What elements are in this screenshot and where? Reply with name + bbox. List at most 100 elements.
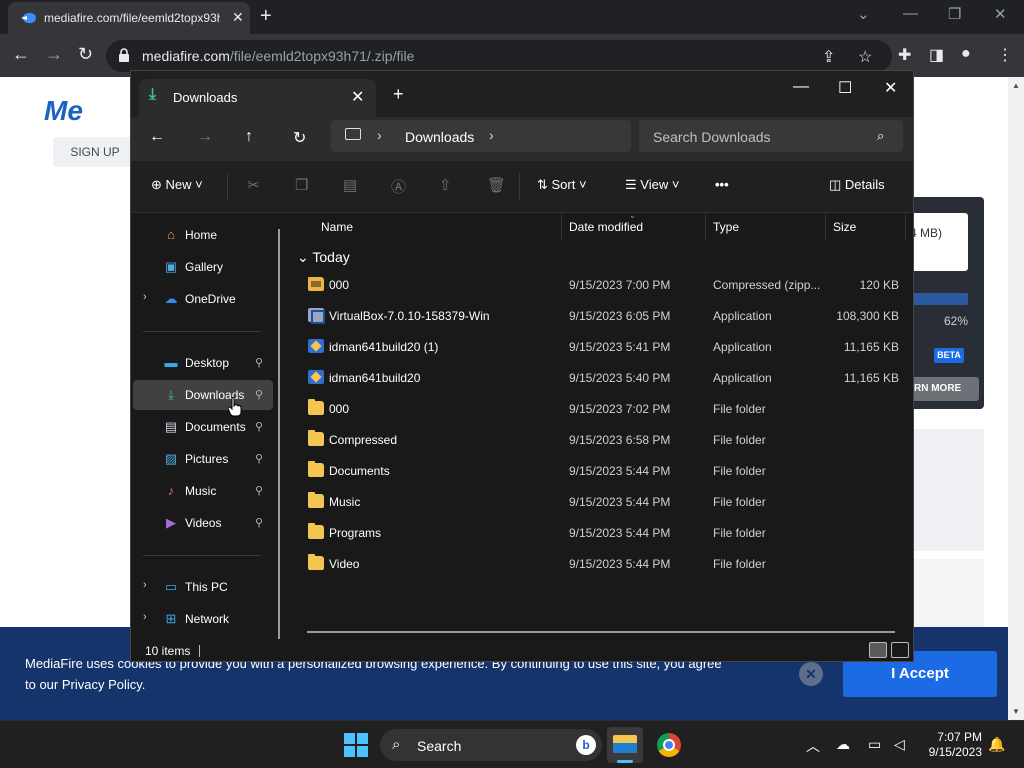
column-header-date[interactable]: Date modified [569, 220, 643, 234]
file-row[interactable]: VirtualBox-7.0.10-158379-Win 9/15/2023 6… [303, 301, 903, 332]
file-row[interactable]: Programs 9/15/2023 5:44 PM File folder [303, 518, 903, 549]
paste-icon[interactable]: ▤ [343, 176, 357, 194]
notification-bell-icon[interactable]: 🔔 [988, 736, 1005, 753]
extensions-icon[interactable]: ✚ [898, 45, 911, 65]
tab-search-icon[interactable]: ⌄ [857, 5, 870, 23]
tiles-view-icon[interactable] [891, 642, 909, 658]
sidebar-item-network[interactable]: › ⊞ Network [133, 604, 273, 634]
close-tab-icon[interactable]: ✕ [232, 9, 244, 26]
restore-browser-icon[interactable]: ❐ [948, 5, 961, 23]
this-pc-icon[interactable] [345, 128, 361, 140]
file-row[interactable]: 000 9/15/2023 7:00 PM Compressed (zipp..… [303, 270, 903, 301]
explorer-search-box[interactable]: Search Downloads ⌕ [639, 120, 903, 152]
taskbar-chrome[interactable] [651, 727, 687, 763]
sidebar-item-videos[interactable]: ▶ Videos ⚲ [133, 508, 273, 538]
network-tray-icon[interactable]: ▭ [868, 736, 881, 753]
sidebar-item-gallery[interactable]: ▣ Gallery [133, 252, 273, 282]
more-options-button[interactable]: ••• [715, 177, 729, 192]
new-button[interactable]: ⊕ New ˅ [151, 177, 203, 193]
explorer-up-icon[interactable]: ↑ [245, 128, 253, 146]
bookmark-star-icon[interactable]: ☆ [858, 47, 872, 67]
back-icon[interactable]: ← [12, 44, 30, 65]
file-row[interactable]: Documents 9/15/2023 5:44 PM File folder [303, 456, 903, 487]
sidebar-item-music[interactable]: ♪ Music ⚲ [133, 476, 273, 506]
sort-button[interactable]: ⇅ Sort ˅ [537, 177, 587, 193]
column-header-type[interactable]: Type [713, 220, 739, 234]
privacy-policy-link[interactable]: to our Privacy Policy. [25, 674, 745, 695]
minimize-browser-icon[interactable]: — [903, 5, 918, 22]
breadcrumb-downloads[interactable]: Downloads [405, 129, 474, 145]
close-browser-icon[interactable]: ✕ [994, 5, 1007, 23]
sidebar-item-onedrive[interactable]: › ☁ OneDrive [133, 284, 273, 314]
sidebar-item-desktop[interactable]: ▬ Desktop ⚲ [133, 348, 273, 378]
column-divider[interactable] [825, 213, 826, 241]
reload-icon[interactable]: ↻ [78, 44, 93, 65]
address-bar[interactable]: mediafire.com/file/eemld2topx93h71/.zip/… [106, 40, 892, 72]
explorer-back-icon[interactable]: ← [149, 128, 165, 146]
explorer-refresh-icon[interactable]: ↻ [293, 128, 306, 148]
new-explorer-tab-button[interactable]: + [393, 84, 404, 105]
sidebar-item-downloads[interactable]: ⤓ Downloads ⚲ [133, 380, 273, 410]
close-explorer-tab-icon[interactable]: ✕ [351, 87, 364, 107]
volume-muted-icon[interactable]: ◁ [894, 736, 905, 753]
onedrive-tray-icon[interactable]: ☁ [836, 736, 850, 753]
taskbar-search[interactable]: ⌕ Search b [380, 729, 602, 761]
page-scrollbar[interactable]: ▲ ▼ [1008, 77, 1024, 720]
chevron-right-icon[interactable]: › [143, 611, 147, 623]
maximize-explorer-icon[interactable]: ☐ [838, 78, 852, 98]
bing-icon[interactable]: b [576, 735, 596, 755]
profile-icon[interactable]: ● [961, 45, 971, 63]
learn-more-button[interactable]: RN MORE [904, 377, 979, 401]
explorer-address-bar[interactable]: › Downloads › [331, 120, 631, 152]
sidebar-scrollbar[interactable] [278, 229, 280, 639]
cut-icon[interactable]: ✂ [247, 176, 260, 194]
pin-icon[interactable]: ⚲ [255, 388, 263, 401]
pin-icon[interactable]: ⚲ [255, 420, 263, 433]
scroll-down-icon[interactable]: ▼ [1012, 707, 1020, 716]
pin-icon[interactable]: ⚲ [255, 516, 263, 529]
forward-icon[interactable]: → [45, 44, 63, 65]
sidebar-item-documents[interactable]: ▤ Documents ⚲ [133, 412, 273, 442]
pin-icon[interactable]: ⚲ [255, 356, 263, 369]
browser-menu-icon[interactable]: ⋮ [997, 45, 1013, 65]
browser-tab[interactable]: mediafire.com/file/eemld2topx93h71/.zip/… [8, 2, 250, 34]
taskbar-file-explorer[interactable] [607, 727, 643, 763]
file-row[interactable]: idman641build20 9/15/2023 5:40 PM Applic… [303, 363, 903, 394]
sidebar-item-this-pc[interactable]: › ▭ This PC [133, 572, 273, 602]
copy-icon[interactable]: ❐ [295, 176, 308, 194]
explorer-tab-downloads[interactable]: ⤓ Downloads ✕ [139, 79, 376, 117]
file-row[interactable]: Music 9/15/2023 5:44 PM File folder [303, 487, 903, 518]
chevron-right-icon[interactable]: › [143, 291, 147, 303]
file-row[interactable]: 000 9/15/2023 7:02 PM File folder [303, 394, 903, 425]
show-hidden-icons-chevron-icon[interactable]: ︿ [806, 736, 820, 756]
details-pane-button[interactable]: ◫ Details [829, 177, 885, 193]
close-explorer-icon[interactable]: ✕ [884, 78, 897, 98]
sidebar-item-home[interactable]: ⌂ Home [133, 220, 273, 250]
minimize-explorer-icon[interactable]: — [793, 78, 809, 96]
file-row[interactable]: Compressed 9/15/2023 6:58 PM File folder [303, 425, 903, 456]
column-divider[interactable] [705, 213, 706, 241]
details-view-icon[interactable] [869, 642, 887, 658]
signup-button[interactable]: SIGN UP [53, 137, 137, 167]
pin-icon[interactable]: ⚲ [255, 452, 263, 465]
pin-icon[interactable]: ⚲ [255, 484, 263, 497]
explorer-forward-icon[interactable]: → [197, 128, 213, 146]
file-list-scrollbar[interactable] [307, 631, 895, 633]
new-tab-button[interactable]: + [260, 5, 272, 28]
taskbar-clock[interactable]: 7:07 PM 9/15/2023 [916, 730, 982, 760]
rename-icon[interactable]: Ⓐ [391, 176, 406, 197]
share-icon[interactable]: ⇪ [822, 47, 835, 67]
mediafire-logo[interactable]: Me [44, 95, 83, 127]
chevron-right-icon[interactable]: › [377, 127, 382, 143]
chevron-right-icon[interactable]: › [143, 579, 147, 591]
column-header-name[interactable]: Name [321, 220, 353, 234]
sidebar-item-pictures[interactable]: ▨ Pictures ⚲ [133, 444, 273, 474]
start-button-windows-icon[interactable] [344, 733, 368, 757]
close-cookie-icon[interactable]: ✕ [799, 662, 823, 686]
share-icon[interactable]: ⇧ [439, 176, 452, 194]
column-header-size[interactable]: Size [833, 220, 856, 234]
chevron-right-icon[interactable]: › [489, 127, 494, 143]
file-row[interactable]: Video 9/15/2023 5:44 PM File folder [303, 549, 903, 580]
file-row[interactable]: idman641build20 (1) 9/15/2023 5:41 PM Ap… [303, 332, 903, 363]
side-panel-icon[interactable]: ◨ [929, 45, 944, 65]
